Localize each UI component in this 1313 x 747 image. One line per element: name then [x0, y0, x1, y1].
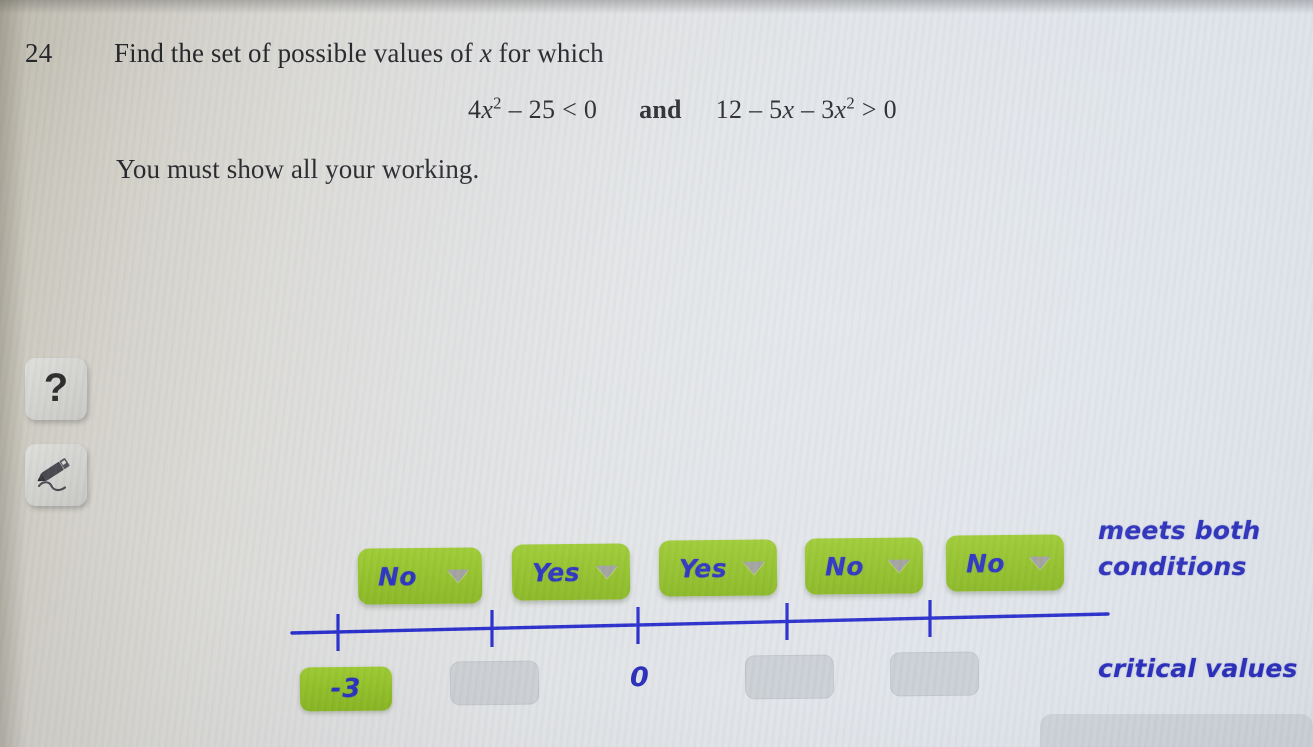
inequality-second: 12 – 5x – 3x2 > 0 [715, 93, 897, 124]
chevron-down-icon [446, 568, 470, 583]
number-line-zero-label: 0 [630, 662, 649, 693]
question-number: 24 [25, 38, 53, 68]
dropdown-yesno-5[interactable]: No [945, 534, 1065, 592]
dropdown-yesno-2[interactable]: Yes [511, 543, 631, 601]
pencil-draw-icon [37, 458, 70, 492]
worksheet-screen: 24 Find the set of possible values of x … [0, 0, 1313, 747]
annotation-meets-both-conditions: meets both conditions [1098, 513, 1260, 584]
dropdown-yesno-4[interactable]: No [804, 537, 924, 595]
dropdown-value: No [377, 561, 418, 591]
conjunction-and: and [639, 95, 682, 124]
dropdown-yesno-3[interactable]: Yes [658, 539, 778, 597]
answer-slot-empty-2[interactable] [744, 654, 835, 700]
number-line-axis [290, 612, 1110, 635]
annotation-line-1: meets both [1098, 516, 1261, 545]
chevron-down-icon [742, 561, 765, 575]
answer-slot-empty-1[interactable] [449, 660, 540, 706]
dropdown-value: No [824, 551, 865, 581]
help-button[interactable]: ? [25, 358, 87, 420]
inequality-first: 4x2 – 25 < 0 [468, 93, 598, 124]
answer-slot-filled[interactable]: -3 [299, 666, 393, 712]
dropdown-value: Yes [531, 557, 581, 587]
answer-slot-value: -3 [330, 673, 362, 705]
question-prompt-text-b: for which [491, 38, 604, 68]
question-prompt-variable: x [479, 38, 492, 68]
left-edge-shadow [0, 0, 26, 747]
dropdown-value: No [965, 548, 1006, 578]
question-mark-icon: ? [43, 366, 69, 410]
top-edge-shadow [0, 0, 1313, 14]
dropdown-yesno-1[interactable]: No [357, 547, 483, 605]
chevron-down-icon [887, 559, 911, 573]
answer-slot-empty-3[interactable] [889, 651, 980, 697]
annotation-line-2: conditions [1098, 551, 1247, 581]
annotation-critical-values: critical values [1098, 654, 1298, 683]
dropdown-value: Yes [678, 553, 728, 583]
number-line [290, 600, 1110, 651]
question-prompt: Find the set of possible values of x for… [114, 38, 604, 69]
pencil-draw-button[interactable] [25, 444, 87, 506]
inequality-row: 4x2 – 25 < 0 and 12 – 5x – 3x2 > 0 [468, 95, 897, 125]
bottom-ui-strip [1040, 714, 1313, 747]
question-prompt-text-a: Find the set of possible values of [114, 38, 480, 68]
chevron-down-icon [595, 565, 618, 579]
chevron-down-icon [1028, 556, 1052, 570]
working-instruction: You must show all your working. [116, 154, 480, 184]
